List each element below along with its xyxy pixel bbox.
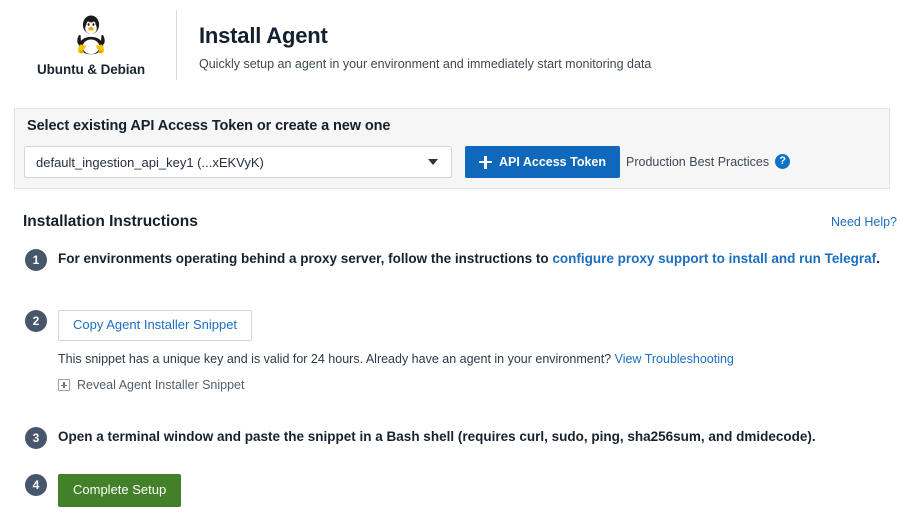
add-api-access-token-button[interactable]: API Access Token	[465, 146, 620, 178]
api-token-select-value: default_ingestion_api_key1 (...xEKVyK)	[25, 155, 428, 170]
help-circle-icon[interactable]: ?	[775, 154, 790, 169]
reveal-agent-installer-snippet-label: Reveal Agent Installer Snippet	[77, 378, 244, 392]
chevron-down-icon	[428, 159, 438, 165]
page-title: Install Agent	[199, 23, 651, 49]
production-best-practices-link[interactable]: Production Best Practices ?	[626, 154, 790, 169]
page-header: Ubuntu & Debian Install Agent Quickly se…	[0, 0, 922, 92]
step-1-body: For environments operating behind a prox…	[58, 249, 880, 270]
header-text-block: Install Agent Quickly setup an agent in …	[199, 23, 651, 73]
complete-setup-button[interactable]: Complete Setup	[58, 474, 181, 507]
page-subtitle: Quickly setup an agent in your environme…	[199, 56, 651, 72]
step-4-number: 4	[25, 474, 47, 496]
api-token-panel-label: Select existing API Access Token or crea…	[27, 118, 390, 134]
step-1-text-after: .	[876, 251, 880, 266]
step-4-body: Complete Setup	[58, 474, 181, 507]
tux-penguin-icon	[72, 12, 110, 56]
step-3: 3 Open a terminal window and paste the s…	[25, 427, 890, 449]
installation-instructions-title: Installation Instructions	[23, 213, 198, 231]
os-identity-block: Ubuntu & Debian	[20, 12, 162, 77]
step-2-body: Copy Agent Installer Snippet This snippe…	[58, 310, 734, 392]
step-2-note: This snippet has a unique key and is val…	[58, 352, 734, 366]
add-api-access-token-label: API Access Token	[499, 155, 606, 169]
view-troubleshooting-link[interactable]: View Troubleshooting	[615, 352, 734, 366]
plus-icon	[479, 156, 492, 169]
install-agent-page: Ubuntu & Debian Install Agent Quickly se…	[0, 0, 922, 523]
api-token-panel: Select existing API Access Token or crea…	[14, 108, 890, 189]
step-3-number: 3	[25, 427, 47, 449]
step-2: 2 Copy Agent Installer Snippet This snip…	[25, 310, 890, 392]
api-token-select[interactable]: default_ingestion_api_key1 (...xEKVyK)	[24, 146, 452, 178]
step-1-text-before: For environments operating behind a prox…	[58, 251, 552, 266]
step-4: 4 Complete Setup	[25, 474, 890, 507]
header-divider	[176, 10, 177, 80]
step-1-number: 1	[25, 249, 47, 271]
production-best-practices-label: Production Best Practices	[626, 155, 769, 169]
step-1: 1 For environments operating behind a pr…	[25, 249, 890, 271]
os-label: Ubuntu & Debian	[37, 62, 145, 77]
reveal-agent-installer-snippet-toggle[interactable]: Reveal Agent Installer Snippet	[58, 378, 734, 392]
need-help-link[interactable]: Need Help?	[831, 215, 897, 229]
expand-plus-box-icon	[58, 379, 70, 391]
step-3-text: Open a terminal window and paste the sni…	[58, 427, 816, 447]
copy-agent-installer-snippet-button[interactable]: Copy Agent Installer Snippet	[58, 310, 252, 341]
step-2-note-text: This snippet has a unique key and is val…	[58, 352, 615, 366]
configure-proxy-support-link[interactable]: configure proxy support to install and r…	[552, 251, 876, 266]
step-2-number: 2	[25, 310, 47, 332]
